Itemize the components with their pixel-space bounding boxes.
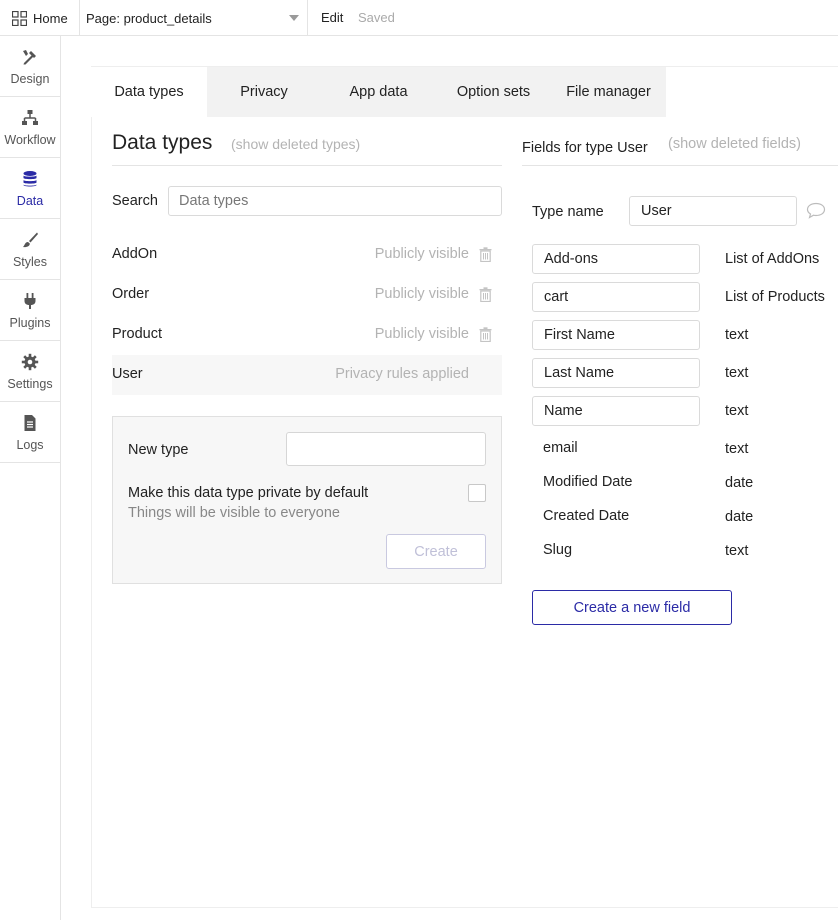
- field-type: List of AddOns: [725, 251, 820, 267]
- sidebar-item-label: Styles: [12, 255, 48, 269]
- field-type: text: [725, 327, 749, 343]
- plug-icon: [24, 293, 36, 309]
- chevron-down-icon: [289, 15, 299, 21]
- field-name: Modified Date: [543, 474, 633, 490]
- sidebar-item-data[interactable]: Data: [0, 158, 60, 219]
- field-name-input[interactable]: Add-ons: [532, 244, 700, 274]
- data-type-row[interactable]: Product Publicly visible: [112, 315, 502, 355]
- field-name-input[interactable]: cart: [532, 282, 700, 312]
- field-type: text: [725, 543, 749, 559]
- data-type-row[interactable]: Order Publicly visible: [112, 275, 502, 315]
- tab-data-types[interactable]: Data types: [91, 67, 207, 117]
- database-icon: [23, 171, 37, 187]
- home-label: Home: [33, 10, 68, 26]
- sidebar-item-plugins[interactable]: Plugins: [0, 280, 60, 341]
- tab-privacy[interactable]: Privacy: [207, 67, 321, 117]
- data-type-name: Product: [112, 326, 162, 342]
- sidebar-item-label: Workflow: [4, 133, 56, 147]
- private-default-checkbox[interactable]: [468, 484, 486, 502]
- sidebar: Design Workflow Data Styles Plugins Sett…: [0, 36, 61, 920]
- visibility-status: Publicly visible: [374, 286, 469, 302]
- field-type: text: [725, 441, 749, 457]
- tab-bar: Data types Privacy App data Option sets …: [91, 67, 666, 117]
- gear-icon: [21, 353, 39, 371]
- new-type-label: New type: [128, 442, 189, 458]
- sidebar-item-logs[interactable]: Logs: [0, 402, 60, 463]
- page-selector[interactable]: Page: product_details: [80, 0, 308, 36]
- edit-menu[interactable]: Edit: [321, 10, 343, 25]
- top-bar: Home Page: product_details Edit Saved: [0, 0, 838, 36]
- saved-status: Saved: [358, 10, 395, 25]
- grid-icon: [12, 10, 27, 26]
- show-deleted-types-link[interactable]: (show deleted types): [231, 136, 360, 152]
- page-selector-label: Page: product_details: [86, 10, 212, 26]
- data-type-row[interactable]: AddOn Publicly visible: [112, 235, 502, 275]
- sidebar-item-styles[interactable]: Styles: [0, 219, 60, 280]
- sidebar-item-label: Design: [10, 72, 50, 86]
- document-icon: [24, 415, 36, 431]
- home-button[interactable]: Home: [0, 0, 80, 36]
- new-type-input[interactable]: [286, 432, 486, 466]
- visibility-status: Privacy rules applied: [335, 366, 469, 382]
- private-default-label: Make this data type private by default: [128, 485, 369, 501]
- sidebar-item-workflow[interactable]: Workflow: [0, 97, 60, 158]
- sidebar-item-label: Plugins: [9, 316, 51, 330]
- field-type: List of Products: [725, 289, 825, 305]
- field-type: date: [725, 509, 754, 525]
- field-type: date: [725, 475, 754, 491]
- create-new-field-button[interactable]: Create a new field: [532, 590, 732, 625]
- private-default-hint: Things will be visible to everyone: [128, 505, 340, 521]
- data-types-title: Data types: [112, 131, 213, 154]
- workflow-icon: [22, 110, 38, 125]
- visibility-status: Publicly visible: [374, 246, 469, 262]
- visibility-status: Publicly visible: [374, 326, 469, 342]
- sidebar-item-settings[interactable]: Settings: [0, 341, 60, 402]
- field-name-input[interactable]: First Name: [532, 320, 700, 350]
- data-type-name: AddOn: [112, 246, 158, 262]
- tab-app-data[interactable]: App data: [321, 67, 436, 117]
- field-name: email: [543, 440, 578, 456]
- fields-title: Fields for type User: [522, 140, 648, 156]
- design-icon: [23, 50, 36, 65]
- search-label: Search: [112, 193, 158, 209]
- trash-icon[interactable]: [479, 247, 492, 262]
- field-name-input[interactable]: Last Name: [532, 358, 700, 388]
- comment-icon[interactable]: [806, 202, 826, 219]
- divider: [112, 165, 502, 166]
- tab-option-sets[interactable]: Option sets: [436, 67, 551, 117]
- field-name: Created Date: [543, 508, 630, 524]
- type-name-input[interactable]: [629, 196, 797, 226]
- data-type-row[interactable]: User Privacy rules applied: [112, 355, 502, 395]
- field-type: text: [725, 365, 749, 381]
- create-type-button[interactable]: Create: [386, 534, 486, 569]
- sidebar-item-label: Logs: [16, 438, 44, 452]
- show-deleted-fields-link[interactable]: (show deleted fields): [668, 136, 801, 152]
- field-name: Slug: [543, 542, 573, 558]
- sidebar-item-label: Data: [16, 194, 44, 208]
- trash-icon[interactable]: [479, 287, 492, 302]
- data-type-name: User: [112, 366, 143, 382]
- search-input[interactable]: [168, 186, 502, 216]
- trash-icon[interactable]: [479, 327, 492, 342]
- brush-icon: [23, 232, 38, 248]
- field-name-input[interactable]: Name: [532, 396, 700, 426]
- field-type: text: [725, 403, 749, 419]
- sidebar-item-design[interactable]: Design: [0, 36, 60, 97]
- tab-file-manager[interactable]: File manager: [551, 67, 666, 117]
- divider: [522, 165, 838, 166]
- sidebar-item-label: Settings: [7, 377, 53, 391]
- data-type-name: Order: [112, 286, 150, 302]
- type-name-label: Type name: [532, 204, 604, 220]
